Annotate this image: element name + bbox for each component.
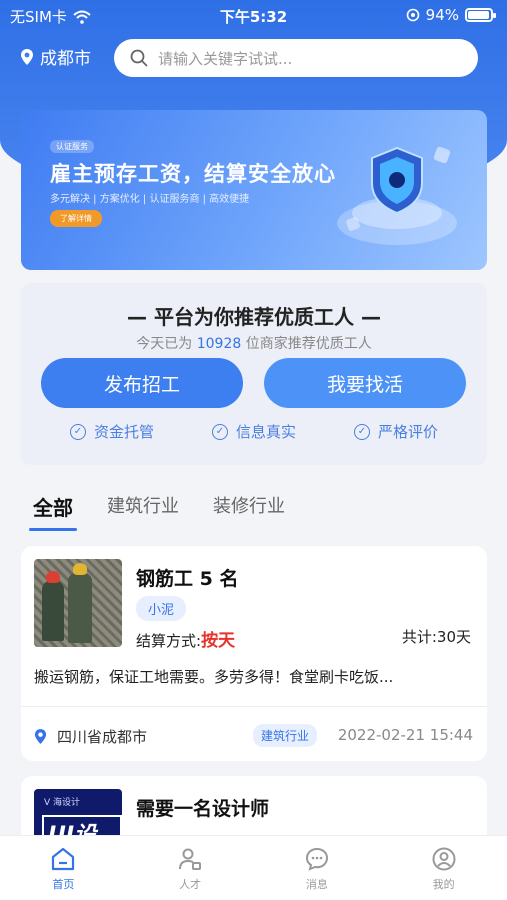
orientation-lock-icon xyxy=(406,8,419,22)
tab-talent-label: 人才 xyxy=(179,878,202,891)
battery-percent: 94% xyxy=(425,6,459,24)
job-industry-badge: 建筑行业 xyxy=(253,724,318,747)
talent-icon xyxy=(179,848,202,870)
profile-icon xyxy=(432,847,456,871)
feature-item: ✓ 信息真实 xyxy=(211,421,296,442)
job-thumbnail xyxy=(34,559,122,647)
feature-label: 信息真实 xyxy=(235,423,296,441)
tab-profile[interactable]: 我的 xyxy=(380,836,507,900)
battery-icon xyxy=(465,8,496,22)
tab-talent[interactable]: 人才 xyxy=(127,836,254,900)
tab-all[interactable]: 全部 xyxy=(29,492,77,531)
banner-title: 雇主预存工资，结算安全放心 xyxy=(50,162,336,186)
settle-value: 按天 xyxy=(201,631,236,651)
banner-tag: 认证服务 xyxy=(50,140,94,153)
tab-messages-label: 消息 xyxy=(305,878,328,891)
feature-list: ✓ 资金托管 ✓ 信息真实 ✓ 严格评价 xyxy=(21,421,487,442)
recommend-sub-suffix: 位商家推荐优质工人 xyxy=(245,336,372,352)
job-total-days: 共计:30天 xyxy=(401,628,471,646)
thumbnail-logo: V 海设计 xyxy=(44,798,81,808)
feature-item: ✓ 资金托管 xyxy=(69,421,154,442)
job-tag: 小泥 xyxy=(136,596,187,621)
job-location-label: 四川省成都市 xyxy=(57,728,148,746)
tab-home[interactable]: 首页 xyxy=(0,836,127,900)
check-circle-icon: ✓ xyxy=(211,423,228,440)
bottom-tab-bar: 首页 人才 消息 我的 xyxy=(0,835,507,900)
promo-banner[interactable]: 认证服务 雇主预存工资，结算安全放心 多元解决 | 方案优化 | 认证服务商 |… xyxy=(21,110,487,270)
find-work-button[interactable]: 我要找活 xyxy=(264,358,466,408)
recommend-panel: — 平台为你推荐优质工人 — 今天已为 10928 位商家推荐优质工人 发布招工… xyxy=(21,283,487,465)
recommend-count: 10928 xyxy=(196,336,242,352)
home-icon xyxy=(52,847,75,871)
check-circle-icon: ✓ xyxy=(353,423,370,440)
job-title: 需要一名设计师 xyxy=(136,798,270,820)
feature-item: ✓ 严格评价 xyxy=(353,421,438,442)
settle-label: 结算方式: xyxy=(136,632,202,650)
recommend-subtitle: 今天已为 10928 位商家推荐优质工人 xyxy=(21,333,487,353)
feature-label: 资金托管 xyxy=(93,423,154,441)
job-date: 2022-02-21 15:44 xyxy=(337,726,473,744)
category-tabs: 全部 建筑行业 装修行业 xyxy=(29,492,285,531)
tab-messages[interactable]: 消息 xyxy=(254,836,381,900)
location-pin-icon xyxy=(34,729,47,744)
job-title: 钢筋工 5 名 xyxy=(136,568,239,590)
location-pin-icon xyxy=(21,48,33,65)
recommend-title: — 平台为你推荐优质工人 — xyxy=(127,305,381,329)
job-location: 四川省成都市 xyxy=(34,726,147,747)
banner-subtitle: 多元解决 | 方案优化 | 认证服务商 | 高效便捷 xyxy=(50,194,250,205)
recommend-sub-prefix: 今天已为 xyxy=(136,336,193,352)
job-description: 搬运钢筋，保证工地需要。多劳多得！食堂刷卡吃饭... xyxy=(34,668,394,686)
status-bar: 无SIM卡 下午5:32 94% xyxy=(0,0,507,32)
message-icon xyxy=(305,847,328,871)
tab-home-label: 首页 xyxy=(52,878,75,891)
job-card[interactable]: 钢筋工 5 名 小泥 结算方式:按天 共计:30天 搬运钢筋，保证工地需要。多劳… xyxy=(21,546,487,761)
search-icon xyxy=(130,49,148,67)
tab-profile-label: 我的 xyxy=(432,878,455,891)
search-placeholder: 请输入关键字试试... xyxy=(158,49,293,68)
divider xyxy=(21,706,487,707)
location-selector[interactable]: 成都市 xyxy=(20,44,91,69)
banner-learn-more-button[interactable]: 了解详情 xyxy=(50,210,102,227)
battery-level xyxy=(468,11,489,19)
city-label: 成都市 xyxy=(40,49,91,69)
tab-construction[interactable]: 建筑行业 xyxy=(107,492,179,521)
settle-method: 结算方式:按天 xyxy=(136,626,235,651)
check-circle-icon: ✓ xyxy=(69,423,86,440)
search-input[interactable]: 请输入关键字试试... xyxy=(114,39,478,77)
tab-decoration[interactable]: 装修行业 xyxy=(213,492,285,521)
publish-job-button[interactable]: 发布招工 xyxy=(41,358,243,408)
feature-label: 严格评价 xyxy=(377,423,438,441)
shield-illustration-icon xyxy=(337,146,457,245)
